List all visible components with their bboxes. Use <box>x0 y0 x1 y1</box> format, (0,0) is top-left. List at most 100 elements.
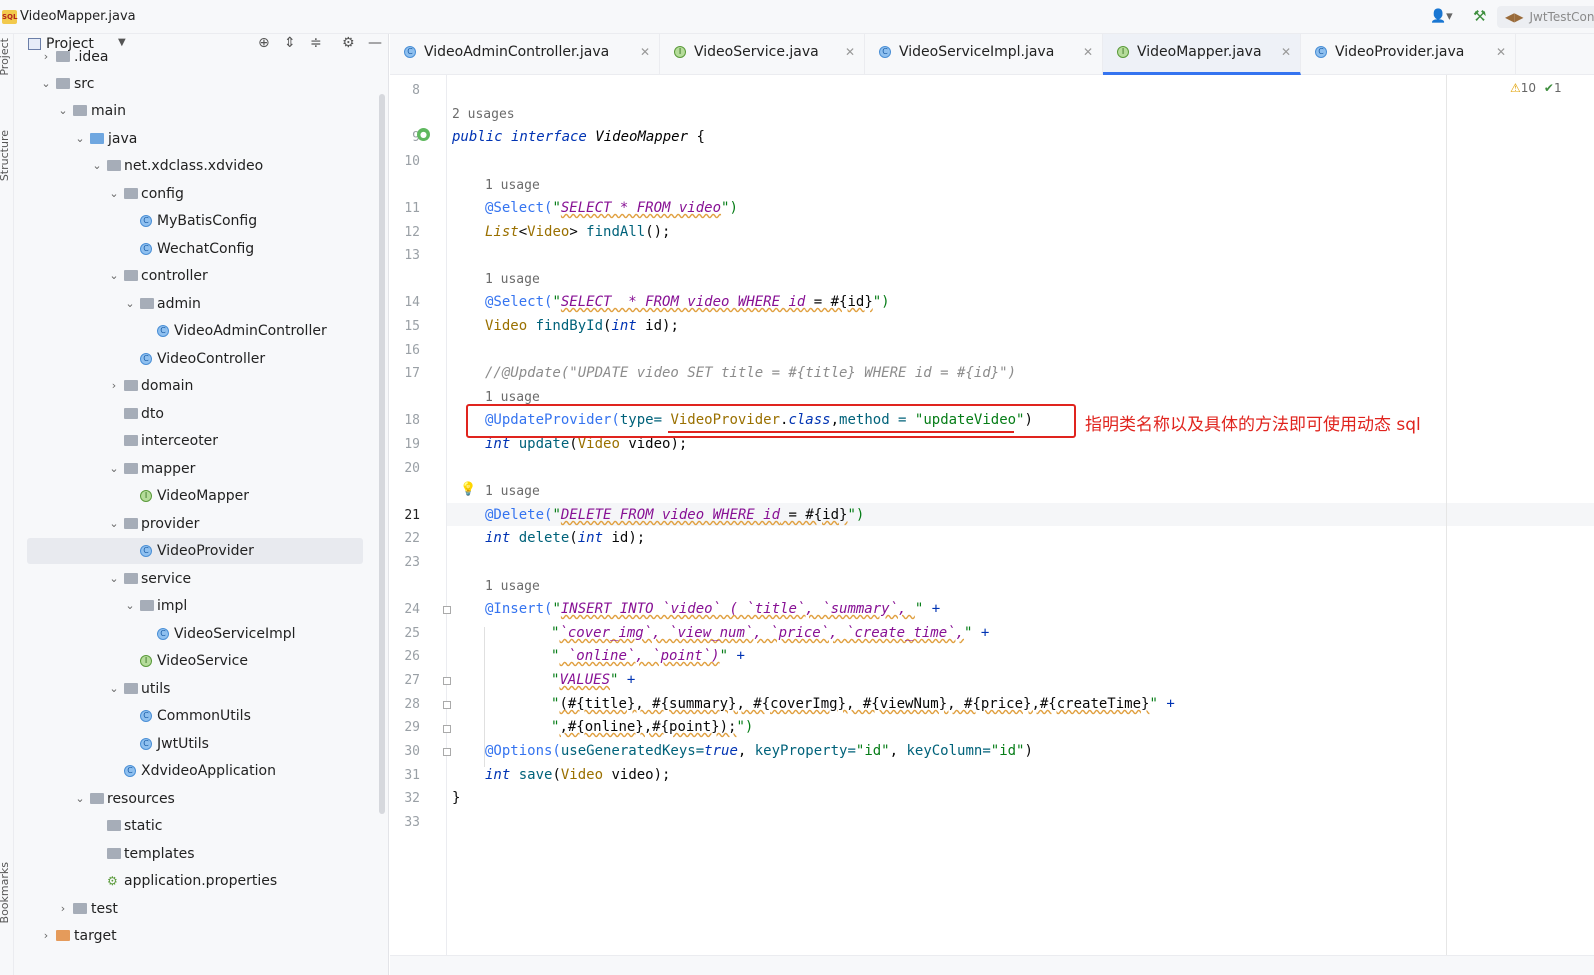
line-number: 26 <box>404 649 420 664</box>
tab-videoserviceimpl[interactable]: C VideoServiceImpl.java ✕ <box>865 34 1103 75</box>
tree-item[interactable]: ⌄ src <box>14 71 374 97</box>
tree-item[interactable]: interceoter <box>14 428 374 454</box>
tree-item[interactable]: C VideoAdminController <box>14 318 374 344</box>
tree-item[interactable]: › test <box>14 896 374 922</box>
tree-item[interactable]: ⌄ resources <box>14 786 374 812</box>
tree-item[interactable]: ⌄ controller <box>14 263 374 289</box>
code-line-28: "(#{title}, #{summary}, #{coverImg}, #{v… <box>551 696 1175 712</box>
tree-item[interactable]: ⌄ main <box>14 98 374 124</box>
class-icon: C <box>1315 46 1327 58</box>
run-config-label: JwtTestCon <box>1529 10 1594 24</box>
stripe-project-tab[interactable]: Project <box>0 38 11 76</box>
tree-item[interactable]: dto <box>14 401 374 427</box>
tree-item[interactable]: ⌄ mapper <box>14 456 374 482</box>
inspection-widget[interactable]: ⚠10 ✔1 <box>1510 81 1562 95</box>
tree-item[interactable]: ⚙ application.properties <box>14 868 374 894</box>
line-number: 31 <box>404 768 420 783</box>
fold-marker-icon[interactable] <box>443 748 451 756</box>
fold-marker-icon[interactable] <box>443 701 451 709</box>
line-number: 24 <box>404 602 420 617</box>
tree-item[interactable]: C VideoController <box>14 346 374 372</box>
tree-item[interactable]: ⌄ service <box>14 566 374 592</box>
tree-item[interactable]: C MyBatisConfig <box>14 208 374 234</box>
stripe-bookmarks-tab[interactable]: Bookmarks <box>0 862 11 923</box>
close-icon[interactable]: ✕ <box>1496 34 1506 70</box>
tree-item[interactable]: › domain <box>14 373 374 399</box>
fold-marker-icon[interactable] <box>443 606 451 614</box>
usage-hint[interactable]: 1 usage <box>485 484 540 499</box>
run-config-icon: ◀▶ <box>1505 10 1524 24</box>
fold-marker-icon[interactable] <box>443 725 451 733</box>
close-icon[interactable]: ✕ <box>845 34 855 70</box>
code-line-14: @Select("SELECT * FROM video WHERE id = … <box>485 294 890 310</box>
check-icon: ✔ <box>1543 81 1554 95</box>
usage-hint[interactable]: 1 usage <box>485 272 540 287</box>
close-icon[interactable]: ✕ <box>1083 34 1093 70</box>
code-line-15: Video findById(int id); <box>485 318 679 334</box>
run-config-selector[interactable]: ◀▶ JwtTestCon <box>1497 6 1594 28</box>
class-icon: C <box>140 243 152 255</box>
code-line-32: } <box>452 790 461 806</box>
tab-videomapper[interactable]: I VideoMapper.java ✕ <box>1103 34 1301 75</box>
usage-hint[interactable]: 1 usage <box>485 178 540 193</box>
tree-item[interactable]: C CommonUtils <box>14 703 374 729</box>
properties-file-icon: ⚙ <box>107 874 118 888</box>
window-title: VideoMapper.java <box>20 9 136 24</box>
tree-item[interactable]: I VideoService <box>14 648 374 674</box>
lightbulb-icon[interactable]: 💡 <box>460 482 476 497</box>
code-line-17-comment: //@Update("UPDATE video SET title = #{ti… <box>485 365 1017 381</box>
code-line-24: @Insert("INSERT INTO `video` ( `title`, … <box>485 601 941 617</box>
tree-item[interactable]: I VideoMapper <box>14 483 374 509</box>
status-bar <box>390 955 1594 975</box>
tree-item[interactable]: C JwtUtils <box>14 731 374 757</box>
line-number: 30 <box>404 744 420 759</box>
tree-item[interactable]: ⌄ provider <box>14 511 374 537</box>
line-number: 14 <box>404 295 420 310</box>
annotation-note: 指明类名称以及具体的方法即可使用动态 sql <box>1085 415 1421 435</box>
code-line-11: @Select("SELECT * FROM video") <box>485 200 738 216</box>
tab-videoservice[interactable]: I VideoService.java ✕ <box>660 34 865 75</box>
tab-videoprovider[interactable]: C VideoProvider.java ✕ <box>1301 34 1516 75</box>
tree-item[interactable]: ⌄ config <box>14 181 374 207</box>
user-icon[interactable]: 👤▾ <box>1430 9 1453 24</box>
project-panel: Project ▼ ⊕ ⇕ ≑ ⚙ — › .idea ⌄ src ⌄ main ⌄ j… <box>14 34 389 975</box>
spring-bean-icon[interactable]: ● <box>417 128 430 141</box>
tree-item[interactable]: › .idea <box>14 44 374 70</box>
line-number: 19 <box>404 437 420 452</box>
line-gutter: 8 9 10 11 12 13 14 15 16 17 18 19 20 21 … <box>390 75 451 955</box>
tree-item[interactable]: ⌄ admin <box>14 291 374 317</box>
tree-scrollbar[interactable] <box>379 94 385 814</box>
line-number: 28 <box>404 697 420 712</box>
code-editor[interactable]: 8 9 10 11 12 13 14 15 16 17 18 19 20 21 … <box>390 75 1594 955</box>
tree-item[interactable]: ⌄ utils <box>14 676 374 702</box>
tree-item[interactable]: static <box>14 813 374 839</box>
editor-tabs: C VideoAdminController.java ✕ I VideoSer… <box>390 34 1594 75</box>
code-line-9: public interface VideoMapper { <box>452 129 705 145</box>
close-icon[interactable]: ✕ <box>1281 34 1291 70</box>
line-number: 29 <box>404 720 420 735</box>
fold-marker-icon[interactable] <box>443 677 451 685</box>
code-line-19: int update(Video video); <box>485 436 688 452</box>
tree-item[interactable]: ⌄ net.xdclass.xdvideo <box>14 153 374 179</box>
code-line-30: @Options(useGeneratedKeys=true, keyPrope… <box>485 743 1033 759</box>
line-number: 16 <box>404 343 420 358</box>
usage-hint[interactable]: 1 usage <box>485 579 540 594</box>
tree-item[interactable]: C WechatConfig <box>14 236 374 262</box>
usage-hint[interactable]: 2 usages <box>452 107 515 122</box>
class-icon: C <box>140 738 152 750</box>
tree-item[interactable]: › target <box>14 923 374 949</box>
tree-item[interactable]: ⌄ impl <box>14 593 374 619</box>
close-icon[interactable]: ✕ <box>640 34 650 70</box>
line-number: 21 <box>404 508 420 523</box>
tree-item-selected[interactable]: C VideoProvider <box>27 538 363 564</box>
line-number: 12 <box>404 225 420 240</box>
spring-app-icon: C <box>124 765 136 777</box>
usage-hint[interactable]: 1 usage <box>485 390 540 405</box>
build-hammer-icon[interactable]: ⚒ <box>1473 7 1486 25</box>
tab-videoadmincontroller[interactable]: C VideoAdminController.java ✕ <box>390 34 660 75</box>
tree-item[interactable]: C VideoServiceImpl <box>14 621 374 647</box>
tree-item[interactable]: C XdvideoApplication <box>14 758 374 784</box>
tree-item[interactable]: ⌄ java <box>14 126 374 152</box>
tree-item[interactable]: templates <box>14 841 374 867</box>
stripe-structure-tab[interactable]: Structure <box>0 130 11 181</box>
